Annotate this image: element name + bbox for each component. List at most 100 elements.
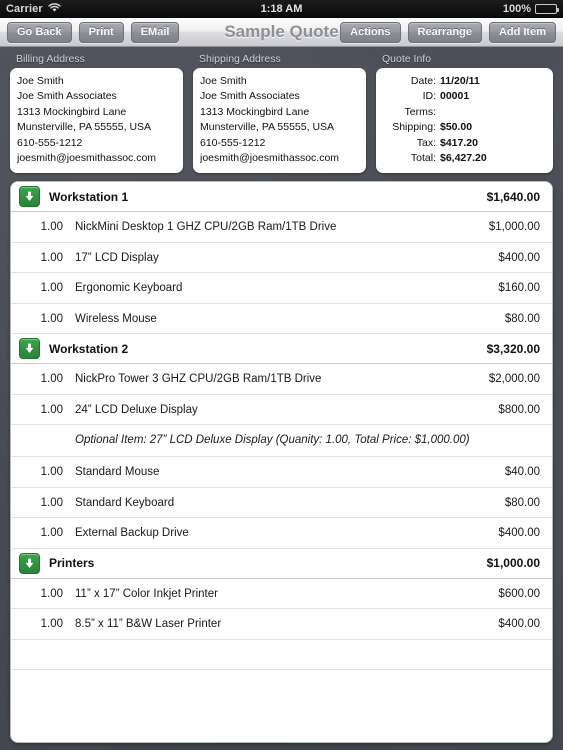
quote-date-value: 11/20/11	[440, 75, 480, 87]
item-price: $160.00	[498, 282, 540, 295]
empty-list-row	[11, 639, 552, 671]
billing-address-label: Billing Address	[16, 53, 85, 65]
item-description: 8.5” x 11” B&W Laser Printer	[75, 618, 222, 631]
quote-info-row: Date: 11/20/11	[383, 74, 546, 89]
section-header[interactable]: Printers $1,000.00	[11, 548, 552, 579]
item-quantity: 1.00	[40, 282, 63, 295]
quote-info-row: Total: $6,427.20	[383, 151, 546, 166]
quote-tax-label: Tax:	[416, 136, 436, 149]
quote-total-label: Total:	[410, 152, 436, 165]
item-quantity: 1.00	[40, 403, 63, 416]
optional-item-row[interactable]: Optional Item: 27” LCD Deluxe Display (Q…	[11, 425, 552, 458]
item-description: Wireless Mouse	[75, 312, 157, 325]
item-quantity: 1.00	[40, 618, 63, 631]
battery-percent-label: 100%	[502, 3, 531, 15]
quote-terms-label: Terms:	[404, 105, 437, 118]
collapse-down-arrow-icon[interactable]	[19, 338, 40, 360]
item-price: $800.00	[498, 403, 540, 416]
section-total: $1,000.00	[486, 556, 540, 571]
shipping-line: joesmith@joesmithassoc.com	[200, 152, 340, 165]
go-back-button[interactable]: Go Back	[7, 21, 72, 43]
add-item-button[interactable]: Add Item	[488, 21, 556, 43]
item-price: $400.00	[498, 527, 540, 540]
item-description: NickMini Desktop 1 GHZ CPU/2GB Ram/1TB D…	[75, 221, 337, 234]
item-quantity: 1.00	[40, 496, 63, 509]
item-row[interactable]: 1.00 24” LCD Deluxe Display $800.00	[11, 394, 552, 426]
item-row[interactable]: 1.00 17” LCD Display $400.00	[11, 242, 552, 274]
item-row[interactable]: 1.00 Wireless Mouse $80.00	[11, 303, 552, 335]
item-row[interactable]: 1.00 Standard Keyboard $80.00	[11, 487, 552, 519]
section-total: $3,320.00	[486, 341, 540, 356]
item-price: $80.00	[504, 496, 540, 509]
billing-line: 1313 Mockingbird Lane	[17, 105, 127, 118]
section-header[interactable]: Workstation 1 $1,640.00	[11, 182, 552, 213]
quote-date-label: Date:	[410, 75, 436, 87]
item-row[interactable]: 1.00 NickPro Tower 3 GHZ CPU/2GB Ram/1TB …	[11, 364, 552, 395]
item-description: 11” x 17” Color Inkjet Printer	[75, 587, 218, 600]
quote-info-panel: Quote Info Date: 11/20/11 ID: 00001 Term…	[376, 53, 553, 174]
item-row[interactable]: 1.00 External Backup Drive $400.00	[11, 518, 552, 549]
billing-address-panel: Billing Address Joe Smith Joe Smith Asso…	[10, 53, 183, 174]
battery-full-icon	[535, 4, 559, 14]
section-total: $1,640.00	[486, 189, 540, 204]
item-row[interactable]: 1.00 11” x 17” Color Inkjet Printer $600.0…	[11, 578, 552, 610]
item-row[interactable]: 1.00 8.5” x 11” B&W Laser Printer $400.00	[11, 609, 552, 640]
section-title: Printers	[49, 556, 95, 571]
shipping-line: 610-555-1212	[200, 136, 266, 149]
item-quantity: 1.00	[40, 587, 63, 600]
quote-shipping-label: Shipping:	[392, 121, 436, 134]
item-quantity: 1.00	[40, 221, 63, 234]
quote-id-label: ID:	[422, 90, 436, 103]
shipping-line: Joe Smith	[200, 75, 247, 87]
quote-info-row: ID: 00001	[383, 89, 546, 104]
empty-list-row	[11, 670, 552, 701]
item-quantity: 1.00	[40, 466, 63, 479]
item-description: Standard Mouse	[75, 466, 160, 479]
billing-address-card[interactable]: Joe Smith Joe Smith Associates 1313 Mock…	[10, 68, 183, 174]
rearrange-button[interactable]: Rearrange	[407, 21, 482, 43]
item-price: $2,000.00	[488, 373, 540, 386]
quote-total-value: $6,427.20	[440, 152, 487, 165]
item-row[interactable]: 1.00 NickMini Desktop 1 GHZ CPU/2GB Ram/1…	[11, 212, 552, 243]
item-row[interactable]: 1.00 Ergonomic Keyboard $160.00	[11, 273, 552, 304]
section-header[interactable]: Workstation 2 $3,320.00	[11, 334, 552, 365]
print-button[interactable]: Print	[78, 21, 124, 43]
info-panels: Billing Address Joe Smith Joe Smith Asso…	[0, 47, 563, 174]
item-description: Ergonomic Keyboard	[75, 282, 183, 295]
collapse-down-arrow-icon[interactable]	[19, 186, 40, 208]
carrier-label: Carrier	[6, 3, 43, 15]
item-price: $400.00	[498, 618, 540, 631]
app-toolbar: Go Back Print EMail Sample Quote Actions…	[0, 18, 563, 47]
status-bar-left: Carrier	[6, 2, 61, 16]
quote-info-card[interactable]: Date: 11/20/11 ID: 00001 Terms: Shipping…	[376, 68, 553, 174]
item-description: 24” LCD Deluxe Display	[75, 403, 198, 416]
optional-spacer	[19, 432, 75, 448]
billing-line: joesmith@joesmithassoc.com	[17, 152, 157, 165]
optional-item-text: Optional Item: 27” LCD Deluxe Display (Q…	[75, 434, 470, 447]
shipping-address-label: Shipping Address	[199, 53, 281, 65]
item-row[interactable]: 1.00 Standard Mouse $40.00	[11, 457, 552, 488]
collapse-down-arrow-icon[interactable]	[19, 552, 40, 574]
shipping-address-card[interactable]: Joe Smith Joe Smith Associates 1313 Mock…	[193, 68, 366, 174]
quote-info-row: Shipping: $50.00	[383, 120, 546, 135]
item-quantity: 1.00	[40, 527, 63, 540]
item-price: $400.00	[498, 251, 540, 264]
item-description: External Backup Drive	[75, 527, 189, 540]
shipping-line: Munsterville, PA 55555, USA	[200, 121, 335, 134]
quote-tax-value: $417.20	[440, 136, 478, 149]
item-quantity: 1.00	[40, 373, 63, 386]
billing-line: Joe Smith	[17, 75, 64, 87]
billing-line: 610-555-1212	[17, 136, 83, 149]
email-button[interactable]: EMail	[130, 21, 180, 43]
billing-line: Joe Smith Associates	[17, 90, 117, 103]
item-description: Standard Keyboard	[75, 496, 175, 509]
shipping-line: Joe Smith Associates	[200, 90, 300, 103]
item-price: $600.00	[498, 587, 540, 600]
status-bar: Carrier 1:18 AM 100%	[0, 0, 563, 18]
status-bar-clock: 1:18 AM	[260, 3, 303, 15]
actions-button[interactable]: Actions	[340, 21, 401, 43]
quote-item-list[interactable]: Workstation 1 $1,640.00 1.00 NickMini Deskt…	[10, 181, 553, 744]
section-title: Workstation 2	[49, 341, 129, 356]
item-price: $1,000.00	[488, 221, 540, 234]
item-price: $40.00	[504, 466, 540, 479]
